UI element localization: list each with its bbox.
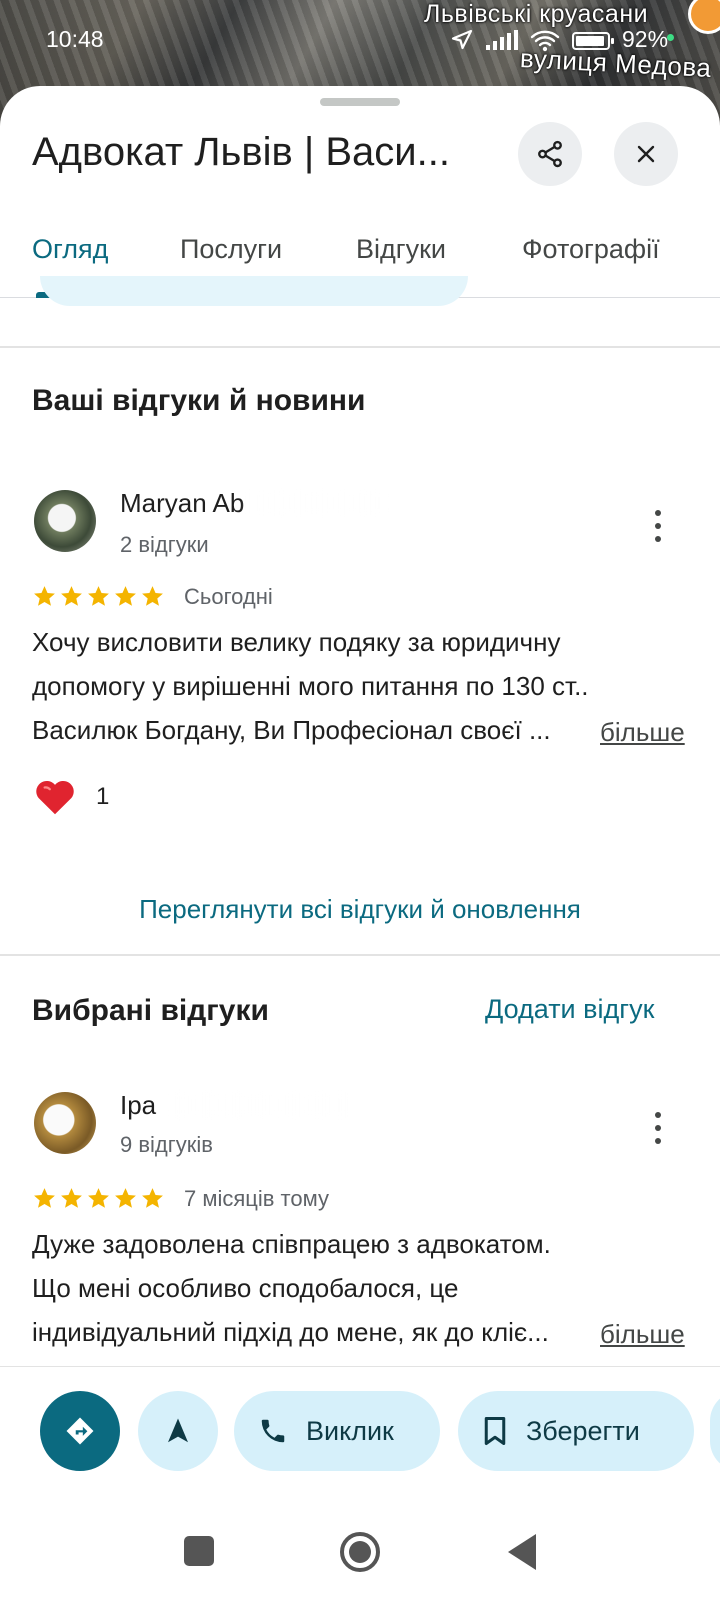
- status-time: 10:48: [46, 26, 104, 52]
- star-icon: [34, 586, 55, 606]
- reviewer-review-count: 2 відгуки: [120, 532, 209, 557]
- bookmark-icon: [484, 1417, 506, 1445]
- reaction-row[interactable]: 1: [34, 778, 109, 816]
- save-label: Зберегти: [526, 1415, 640, 1446]
- section-divider: [0, 346, 720, 348]
- more-options-button[interactable]: [646, 1108, 670, 1148]
- name-redaction: [246, 490, 386, 516]
- close-icon: [637, 145, 655, 163]
- review-text-line: Що мені особливо сподобалося, це: [32, 1273, 459, 1303]
- selected-reviews-title: Вибрані відгуки: [32, 994, 269, 1027]
- reaction-count: 1: [96, 783, 110, 810]
- privacy-indicator-icon: [667, 34, 674, 41]
- avatar[interactable]: [34, 1092, 96, 1154]
- star-icon: [61, 1188, 82, 1208]
- name-redaction: [166, 1092, 346, 1118]
- reviewer-name[interactable]: Іра: [120, 1090, 156, 1121]
- review-text: Дуже задоволена співпрацею з адвокатом. …: [32, 1222, 692, 1354]
- save-button[interactable]: Зберегти: [458, 1391, 694, 1471]
- star-rating: [32, 584, 165, 609]
- scrolled-content-edge: [40, 276, 468, 306]
- tab-reviews[interactable]: Відгуки: [356, 234, 446, 265]
- section-divider: [0, 954, 720, 956]
- star-icon: [142, 586, 163, 606]
- drag-handle[interactable]: [320, 98, 400, 106]
- status-bar: 10:48 92%: [0, 22, 720, 58]
- more-options-button[interactable]: [646, 506, 670, 546]
- see-all-reviews-link[interactable]: Переглянути всі відгуки й оновлення: [0, 894, 720, 925]
- call-button[interactable]: Виклик: [234, 1391, 440, 1471]
- system-navigation-bar: [0, 1496, 720, 1600]
- battery-percent: 92%: [622, 26, 669, 52]
- review-text-line: допомогу у вирішенні мого питання по 130…: [32, 671, 589, 701]
- read-more-link[interactable]: більше: [600, 1319, 685, 1350]
- read-more-link[interactable]: більше: [600, 717, 685, 748]
- avatar[interactable]: [34, 490, 96, 552]
- star-icon: [88, 1188, 109, 1208]
- star-icon: [142, 1188, 163, 1208]
- add-review-button[interactable]: Додати відгук: [485, 994, 654, 1025]
- wifi-icon: [530, 28, 560, 58]
- star-icon: [88, 586, 109, 606]
- reviewer-review-count: 9 відгуків: [120, 1132, 213, 1157]
- tab-services[interactable]: Послуги: [180, 234, 282, 265]
- home-icon[interactable]: [340, 1532, 380, 1572]
- review-text: Хочу висловити велику подяку за юридичну…: [32, 620, 692, 752]
- review-text-line: індивідуальний підхід до мене, як до клі…: [32, 1317, 549, 1347]
- close-button[interactable]: [614, 122, 678, 186]
- recent-apps-icon[interactable]: [184, 1536, 214, 1566]
- place-title: Адвокат Львів | Васи...: [32, 130, 450, 174]
- more-actions-chip[interactable]: [710, 1391, 720, 1471]
- battery-icon: [572, 32, 614, 50]
- review-text-line: Василюк Богдану, Ви Професіонал своєї ..…: [32, 715, 551, 745]
- call-label: Виклик: [306, 1415, 394, 1446]
- tab-photos[interactable]: Фотографії: [522, 234, 660, 265]
- tab-overview[interactable]: Огляд: [32, 234, 108, 265]
- phone-icon: [261, 1419, 285, 1443]
- start-navigation-button[interactable]: [138, 1391, 218, 1471]
- your-reviews-title: Ваші відгуки й новини: [32, 384, 366, 417]
- heart-icon: [36, 780, 74, 815]
- star-icon: [61, 586, 82, 606]
- directions-icon: [66, 1417, 94, 1445]
- review-date: 7 місяців тому: [184, 1186, 329, 1211]
- back-icon[interactable]: [508, 1534, 536, 1570]
- review-date: Сьогодні: [184, 584, 273, 609]
- star-icon: [115, 586, 136, 606]
- location-arrow-icon: [450, 28, 474, 58]
- review-text-line: Хочу висловити велику подяку за юридичну: [32, 627, 561, 657]
- star-rating: [32, 1186, 165, 1211]
- review-text-line: Дуже задоволена співпрацею з адвокатом.: [32, 1229, 551, 1259]
- directions-button[interactable]: [40, 1391, 120, 1471]
- navigation-arrow-icon: [168, 1418, 188, 1443]
- star-icon: [115, 1188, 136, 1208]
- signal-icon: [486, 30, 518, 50]
- action-bar: Виклик Зберегти: [0, 1366, 720, 1496]
- star-icon: [34, 1188, 55, 1208]
- reviewer-name[interactable]: Maryan Ab: [120, 488, 244, 519]
- share-button[interactable]: [518, 122, 582, 186]
- share-icon: [538, 140, 562, 168]
